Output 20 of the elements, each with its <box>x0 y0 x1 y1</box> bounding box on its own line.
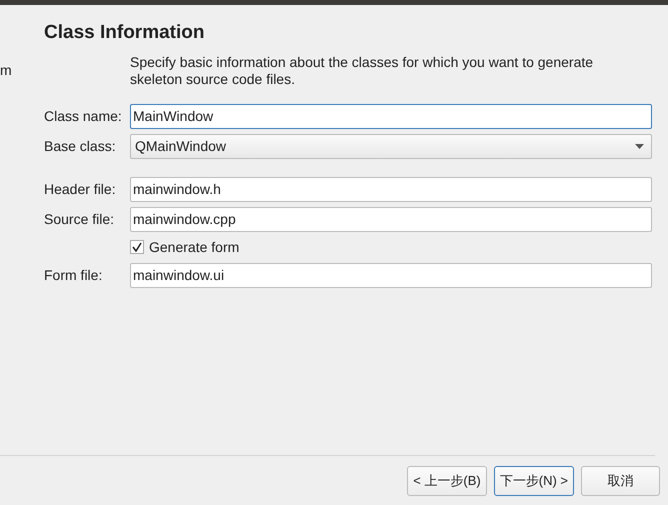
page-description: Specify basic information about the classes for which you want to generate skeleton source code files. <box>130 54 594 88</box>
field-label: Header file: <box>44 180 117 198</box>
checkmark-icon <box>132 242 142 252</box>
text-field[interactable]: mainwindow.h <box>130 176 652 202</box>
field-label: Source file: <box>44 210 116 228</box>
sidebar-item: m <box>0 61 12 80</box>
wizard-button[interactable]: < 上一步(B) <box>407 466 487 496</box>
field-label: Class name: <box>44 106 123 126</box>
text-field[interactable]: MainWindow <box>130 104 652 128</box>
checkbox-label: Generate form <box>149 238 240 256</box>
checkbox[interactable] <box>130 240 144 254</box>
field-label: Form file: <box>44 266 104 284</box>
wizard-button[interactable]: 下一步(N) > <box>494 466 574 496</box>
dropdown-arrow-icon <box>635 144 644 148</box>
page-title: Class Information <box>44 21 206 45</box>
base-class-dropdown[interactable]: QMainWindow <box>130 134 652 158</box>
text-field[interactable]: mainwindow.ui <box>130 262 652 288</box>
text-field[interactable]: mainwindow.cpp <box>130 206 652 232</box>
wizard-button[interactable]: 取消 <box>581 466 660 496</box>
field-label: Base class: <box>44 136 117 156</box>
